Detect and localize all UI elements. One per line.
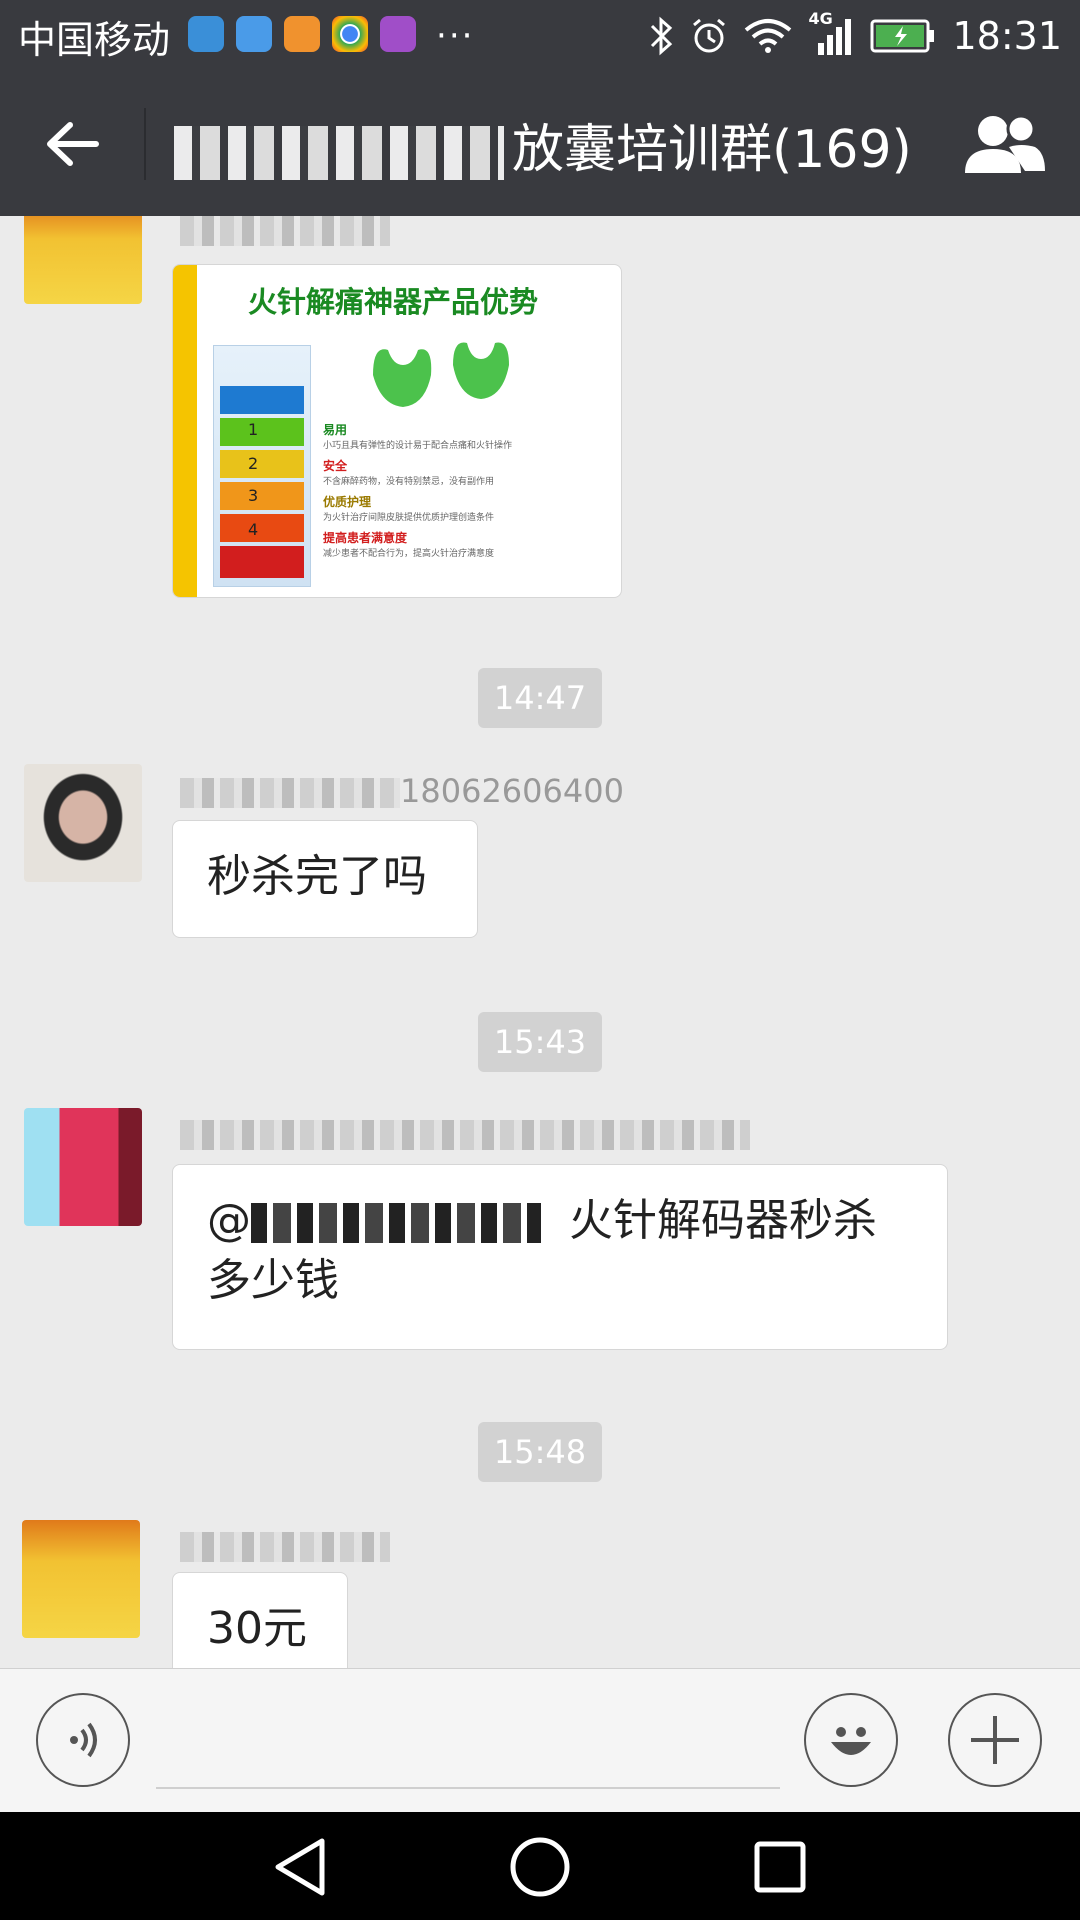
step-label: 3 (248, 486, 259, 505)
more-options-button[interactable] (948, 1693, 1042, 1787)
alarm-icon (690, 17, 728, 55)
text-message[interactable]: 30元 (172, 1572, 348, 1668)
feature-item: 优质护理 为火针治疗间隙皮肤提供优质护理创造条件 (323, 495, 495, 523)
avatar[interactable] (24, 764, 142, 882)
header-divider (144, 108, 146, 180)
bluetooth-icon (648, 16, 674, 56)
wifi-icon (744, 18, 792, 54)
mention[interactable]: @ (207, 1195, 251, 1246)
image-accent-bar (173, 265, 197, 597)
step-label: 2 (248, 454, 259, 473)
nav-back-button[interactable] (260, 1832, 340, 1902)
feature-item: 安全 不含麻醉药物，没有特别禁忌，没有副作用 (323, 459, 495, 487)
message-text: 30元 (207, 1603, 307, 1654)
input-bar (0, 1668, 1080, 1813)
redacted-group-name (174, 125, 504, 180)
message-text: 秒杀完了吗 (207, 851, 427, 902)
health-app-icon (284, 16, 321, 52)
gallery-app-icon (380, 16, 417, 52)
status-bar: 中国移动 ··· 4G 18:31 (0, 0, 1080, 72)
text-message[interactable]: @ 火针解码器秒杀 多少钱 (172, 1164, 948, 1350)
clock: 18:31 (952, 14, 1062, 58)
image-title: 火针解痛神器产品优势 (248, 285, 539, 319)
group-people-icon (965, 114, 1045, 173)
image-message[interactable]: 火针解痛神器产品优势 1 2 3 4 易用 小巧且具有弹性的设计易于配合点痛和火… (172, 264, 622, 598)
triangle-back-icon (275, 1838, 325, 1896)
more-notifications-icon: ··· (436, 16, 475, 56)
emoji-button[interactable] (804, 1693, 898, 1787)
chrome-icon (332, 16, 369, 52)
battery-icon (870, 19, 936, 53)
carrier-name: 中国移动 (18, 17, 171, 62)
square-recents-icon (754, 1841, 806, 1893)
circle-home-icon (510, 1837, 570, 1897)
sender-name-redacted (180, 1526, 390, 1566)
redacted-mention-name (251, 1203, 541, 1243)
chat-title: 放囊培训群(169) (174, 107, 912, 182)
network-type: 4G (808, 9, 833, 28)
voice-icon (70, 1722, 97, 1758)
signal-4g-icon: 4G (808, 9, 854, 57)
step-label: 4 (248, 520, 259, 539)
timestamp: 15:43 (478, 1012, 602, 1072)
group-members-button[interactable] (960, 108, 1050, 180)
sender-name-redacted (180, 216, 390, 250)
timestamp: 14:47 (478, 668, 602, 728)
avatar[interactable] (24, 1108, 142, 1226)
text-message[interactable]: 秒杀完了吗 (172, 820, 478, 938)
step-chart-graphic: 1 2 3 4 (213, 345, 311, 587)
feature-item: 易用 小巧且具有弹性的设计易于配合点痛和火针操作 (323, 423, 513, 451)
voice-input-button[interactable] (36, 1693, 130, 1787)
feature-item: 提高患者满意度 减少患者不配合行为，提高火针治疗满意度 (323, 531, 495, 559)
system-navigation-bar (0, 1812, 1080, 1920)
timestamp: 15:48 (478, 1422, 602, 1482)
nav-home-button[interactable] (500, 1832, 580, 1902)
chat-title-text: 放囊培训群(169) (512, 119, 912, 180)
avatar[interactable] (22, 1520, 140, 1638)
input-underline (156, 1787, 780, 1789)
sender-name-redacted (180, 1114, 750, 1154)
step-label: 1 (248, 420, 259, 439)
message-text: 火针解码器秒杀 (569, 1195, 877, 1246)
nav-recents-button[interactable] (740, 1832, 820, 1902)
message-input[interactable] (156, 1709, 784, 1787)
qq-browser-icon (188, 16, 225, 52)
smiley-icon (831, 1727, 871, 1755)
location-app-icon (236, 16, 273, 52)
back-arrow-icon (47, 122, 99, 166)
back-button[interactable] (0, 72, 144, 216)
message-text: 多少钱 (207, 1255, 339, 1306)
plus-icon (971, 1716, 1019, 1764)
product-image (363, 335, 523, 415)
avatar[interactable] (24, 216, 142, 304)
chat-message-list[interactable]: 火针解痛神器产品优势 1 2 3 4 易用 小巧且具有弹性的设计易于配合点痛和火… (0, 216, 1080, 1668)
chat-header: 放囊培训群(169) (0, 72, 1080, 216)
sender-name: 18062606400 (180, 772, 624, 812)
